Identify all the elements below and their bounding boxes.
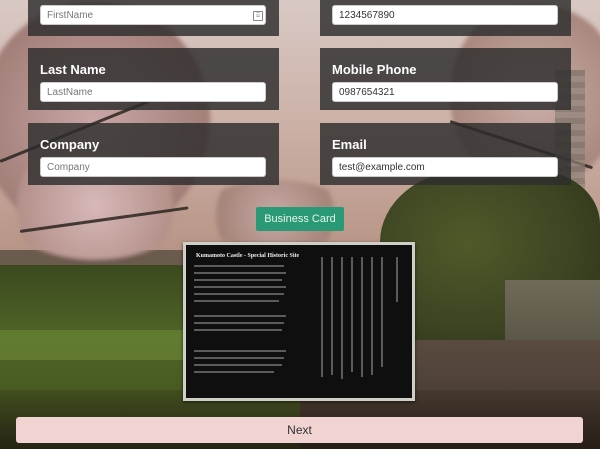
company-panel: Company	[28, 123, 279, 185]
email-input[interactable]	[332, 157, 558, 177]
last-name-input[interactable]	[40, 82, 266, 102]
business-card-caption: Kumamoto Castle - Special Historic Site	[196, 253, 300, 259]
business-card-image[interactable]: Kumamoto Castle - Special Historic Site	[183, 242, 415, 401]
autofill-key-icon[interactable]: ⌸	[253, 11, 263, 21]
mobile-phone-panel: Mobile Phone	[320, 48, 571, 110]
next-button[interactable]: Next	[16, 417, 583, 443]
mobile-phone-input[interactable]	[332, 82, 558, 102]
first-name-panel: ⌸	[28, 0, 279, 36]
phone-panel	[320, 0, 571, 36]
phone-input[interactable]	[332, 5, 558, 25]
last-name-panel: Last Name	[28, 48, 279, 110]
email-label: Email	[332, 137, 367, 152]
last-name-label: Last Name	[40, 62, 106, 77]
first-name-input[interactable]	[40, 5, 266, 25]
business-card-button[interactable]: Business Card	[256, 207, 344, 231]
email-panel: Email	[320, 123, 571, 185]
company-input[interactable]	[40, 157, 266, 177]
mobile-phone-label: Mobile Phone	[332, 62, 417, 77]
company-label: Company	[40, 137, 100, 152]
